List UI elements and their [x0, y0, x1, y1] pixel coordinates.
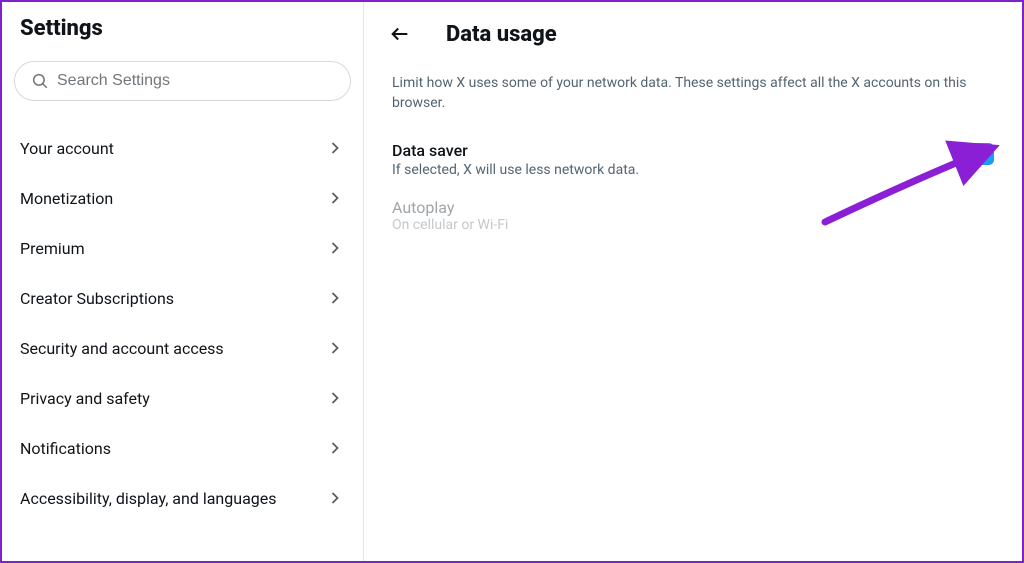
autoplay-subtitle: On cellular or Wi-Fi — [392, 217, 994, 233]
chevron-right-icon — [325, 388, 345, 408]
search-input[interactable] — [57, 72, 334, 90]
chevron-right-icon — [325, 138, 345, 158]
sidebar-item-label: Accessibility, display, and languages — [20, 489, 277, 508]
main-header: Data usage — [364, 16, 1022, 60]
sidebar-item-creator-subscriptions[interactable]: Creator Subscriptions — [2, 273, 363, 323]
sidebar-item-monetization[interactable]: Monetization — [2, 173, 363, 223]
chevron-right-icon — [325, 338, 345, 358]
page-description: Limit how X uses some of your network da… — [364, 60, 1022, 133]
arrow-left-icon — [389, 23, 411, 45]
page-title: Data usage — [446, 22, 557, 47]
sidebar-item-label: Premium — [20, 239, 85, 258]
autoplay-title: Autoplay — [392, 198, 994, 217]
settings-sidebar: Settings Your account Monetization Premi… — [2, 2, 364, 561]
sidebar-item-notifications[interactable]: Notifications — [2, 423, 363, 473]
sidebar-item-label: Your account — [20, 139, 114, 158]
sidebar-title: Settings — [2, 16, 363, 51]
search-box[interactable] — [14, 61, 351, 101]
data-saver-row: Data saver If selected, X will use less … — [364, 133, 1022, 192]
sidebar-item-label: Security and account access — [20, 339, 224, 358]
check-icon — [975, 146, 991, 162]
chevron-right-icon — [325, 438, 345, 458]
sidebar-item-your-account[interactable]: Your account — [2, 123, 363, 173]
data-saver-checkbox[interactable] — [972, 143, 994, 165]
sidebar-item-security-access[interactable]: Security and account access — [2, 323, 363, 373]
autoplay-row[interactable]: Autoplay On cellular or Wi-Fi — [364, 192, 1022, 239]
main-panel: Data usage Limit how X uses some of your… — [364, 2, 1022, 561]
chevron-right-icon — [325, 488, 345, 508]
data-saver-text: Data saver If selected, X will use less … — [392, 141, 956, 178]
data-saver-subtitle: If selected, X will use less network dat… — [392, 162, 956, 178]
sidebar-item-label: Creator Subscriptions — [20, 289, 174, 308]
sidebar-item-label: Privacy and safety — [20, 389, 150, 408]
chevron-right-icon — [325, 188, 345, 208]
data-saver-title: Data saver — [392, 141, 956, 160]
chevron-right-icon — [325, 238, 345, 258]
sidebar-item-label: Notifications — [20, 439, 111, 458]
sidebar-item-label: Monetization — [20, 189, 113, 208]
search-container — [2, 51, 363, 115]
search-icon — [31, 72, 49, 90]
sidebar-item-accessibility[interactable]: Accessibility, display, and languages — [2, 473, 363, 523]
settings-menu: Your account Monetization Premium Creato… — [2, 115, 363, 523]
sidebar-item-privacy-safety[interactable]: Privacy and safety — [2, 373, 363, 423]
sidebar-item-premium[interactable]: Premium — [2, 223, 363, 273]
back-button[interactable] — [382, 16, 418, 52]
chevron-right-icon — [325, 288, 345, 308]
